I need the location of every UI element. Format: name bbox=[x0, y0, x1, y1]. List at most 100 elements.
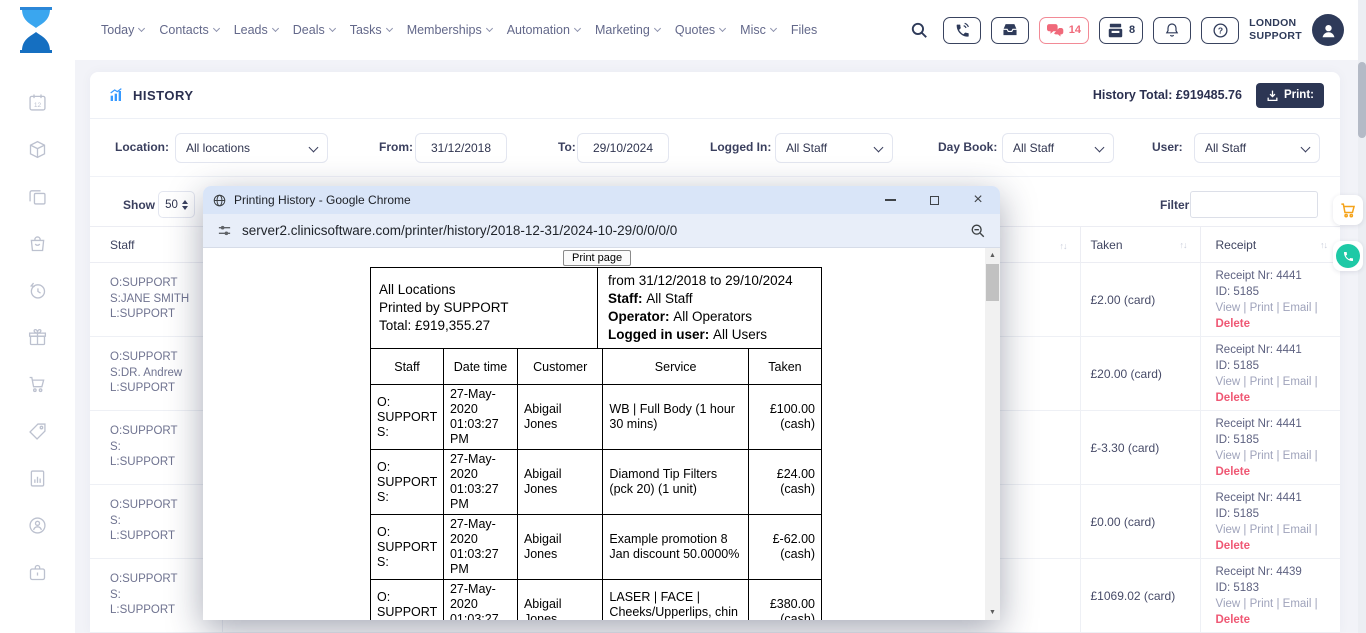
page-scrollbar-thumb[interactable] bbox=[1358, 62, 1366, 138]
sidebar-cart-icon[interactable] bbox=[27, 374, 48, 395]
sidebar-briefcase-icon[interactable] bbox=[27, 562, 48, 583]
receipt-view-link[interactable]: View bbox=[1216, 598, 1241, 610]
pos-badge: 8 bbox=[1129, 24, 1135, 36]
cart-fab-button[interactable] bbox=[1333, 195, 1363, 225]
from-date-input[interactable] bbox=[415, 133, 507, 163]
avatar[interactable] bbox=[1312, 14, 1344, 46]
page-scrollbar[interactable] bbox=[1358, 0, 1366, 633]
receipt-print-link[interactable]: Print bbox=[1250, 376, 1274, 388]
link-separator: | bbox=[1311, 302, 1317, 314]
search-button[interactable] bbox=[910, 21, 929, 40]
receipt-email-link[interactable]: Email bbox=[1283, 450, 1312, 462]
receipt-delete-link[interactable]: Delete bbox=[1216, 612, 1341, 628]
nav-item-leads[interactable]: Leads bbox=[234, 23, 278, 37]
sidebar-clock-user-icon[interactable] bbox=[27, 515, 48, 536]
nav-item-memberships[interactable]: Memberships bbox=[407, 23, 492, 37]
link-separator: | bbox=[1273, 598, 1282, 610]
print-page-button[interactable]: Print page bbox=[563, 250, 631, 266]
inbox-button[interactable] bbox=[991, 17, 1029, 44]
inbox-icon bbox=[1001, 22, 1019, 38]
close-button[interactable]: × bbox=[956, 186, 1000, 214]
receipt-delete-link[interactable]: Delete bbox=[1216, 390, 1341, 406]
scrollbar-thumb[interactable] bbox=[986, 264, 999, 301]
receipt-view-link[interactable]: View bbox=[1216, 302, 1241, 314]
sidebar-gift-icon[interactable] bbox=[27, 327, 48, 348]
summary-line: Total: £919,355.27 bbox=[379, 317, 589, 335]
nav-item-label: Leads bbox=[234, 23, 268, 37]
column-header-receipt[interactable]: Receipt↑↓ bbox=[1200, 227, 1340, 263]
receipt-delete-link[interactable]: Delete bbox=[1216, 538, 1341, 554]
receipt-email-link[interactable]: Email bbox=[1283, 302, 1312, 314]
receipt-number: Receipt Nr: 4441 bbox=[1216, 490, 1341, 506]
pos-button[interactable]: 8 bbox=[1099, 17, 1143, 44]
download-icon bbox=[1266, 89, 1279, 102]
nav-item-automation[interactable]: Automation bbox=[507, 23, 580, 37]
print-taken-cell: £100.00(cash) bbox=[748, 385, 821, 450]
scroll-up-arrow[interactable]: ▲ bbox=[985, 248, 1000, 263]
globe-icon bbox=[213, 194, 226, 207]
scroll-down-arrow[interactable]: ▼ bbox=[985, 605, 1000, 620]
app-logo[interactable] bbox=[18, 7, 54, 53]
nav-item-contacts[interactable]: Contacts bbox=[159, 23, 218, 37]
nav-item-files[interactable]: Files bbox=[791, 23, 817, 37]
user-name-line1: LONDON bbox=[1249, 17, 1302, 30]
popup-scrollbar[interactable]: ▲ ▼ bbox=[985, 248, 1000, 620]
receipt-email-link[interactable]: Email bbox=[1283, 598, 1312, 610]
receipt-email-link[interactable]: Email bbox=[1283, 524, 1312, 536]
notifications-button[interactable] bbox=[1153, 17, 1191, 44]
sidebar-report-icon[interactable] bbox=[27, 468, 48, 489]
nav-item-deals[interactable]: Deals bbox=[293, 23, 335, 37]
nav-item-misc[interactable]: Misc bbox=[740, 23, 776, 37]
print-service-cell: Example promotion 8 Jan discount 50.0000… bbox=[603, 515, 748, 580]
to-date-input[interactable] bbox=[577, 133, 669, 163]
nav-item-today[interactable]: Today bbox=[101, 23, 144, 37]
user-select[interactable]: All Staff bbox=[1194, 133, 1320, 163]
logged-in-select[interactable]: All Staff bbox=[775, 133, 893, 163]
messages-badge: 14 bbox=[1069, 24, 1081, 36]
filter-input[interactable] bbox=[1190, 191, 1318, 218]
receipt-cell: Receipt Nr: 4441ID: 5185View | Print | E… bbox=[1200, 485, 1340, 559]
user-value: All Staff bbox=[1205, 141, 1246, 155]
messages-button[interactable]: 14 bbox=[1039, 17, 1089, 44]
column-header-taken[interactable]: Taken↑↓ bbox=[1080, 227, 1200, 263]
receipt-cell: Receipt Nr: 4441ID: 5185View | Print | E… bbox=[1200, 263, 1340, 337]
receipt-print-link[interactable]: Print bbox=[1250, 302, 1274, 314]
phone-button[interactable] bbox=[943, 17, 981, 44]
receipt-id: ID: 5185 bbox=[1216, 432, 1341, 448]
popup-url-bar[interactable]: server2.clinicsoftware.com/printer/histo… bbox=[203, 214, 1000, 248]
print-datetime-cell: 27-May-2020 01:03:27 PM bbox=[443, 580, 517, 621]
print-button[interactable]: Print: bbox=[1256, 83, 1324, 108]
receipt-view-link[interactable]: View bbox=[1216, 524, 1241, 536]
receipt-view-link[interactable]: View bbox=[1216, 450, 1241, 462]
maximize-button[interactable] bbox=[912, 186, 956, 214]
location-select[interactable]: All locations bbox=[175, 133, 328, 163]
sidebar-package-icon[interactable] bbox=[27, 139, 48, 160]
sidebar-copy-icon[interactable] bbox=[27, 186, 48, 207]
show-value: 50 bbox=[165, 199, 178, 211]
receipt-print-link[interactable]: Print bbox=[1250, 598, 1274, 610]
day-book-select[interactable]: All Staff bbox=[1002, 133, 1114, 163]
print-datetime-cell: 27-May-2020 01:03:27 PM bbox=[443, 515, 517, 580]
nav-item-quotes[interactable]: Quotes bbox=[675, 23, 725, 37]
show-entries-select[interactable]: 50 bbox=[158, 191, 195, 218]
receipt-delete-link[interactable]: Delete bbox=[1216, 316, 1341, 332]
nav-item-marketing[interactable]: Marketing bbox=[595, 23, 660, 37]
receipt-print-link[interactable]: Print bbox=[1250, 524, 1274, 536]
print-amount: £-62.00 bbox=[755, 532, 815, 547]
popup-title-bar[interactable]: Printing History - Google Chrome × bbox=[203, 186, 1000, 214]
receipt-view-link[interactable]: View bbox=[1216, 376, 1241, 388]
chevron-down-icon bbox=[272, 25, 279, 32]
nav-item-tasks[interactable]: Tasks bbox=[350, 23, 392, 37]
minimize-button[interactable] bbox=[868, 186, 912, 214]
summary-left-cell: All LocationsPrinted by SUPPORTTotal: £9… bbox=[371, 268, 598, 349]
zoom-out-icon[interactable] bbox=[970, 223, 986, 239]
receipt-print-link[interactable]: Print bbox=[1250, 450, 1274, 462]
receipt-delete-link[interactable]: Delete bbox=[1216, 464, 1341, 480]
sidebar-shop-bag-icon[interactable] bbox=[27, 233, 48, 254]
sidebar-calendar-icon[interactable]: 12 bbox=[27, 92, 48, 113]
call-fab-button[interactable] bbox=[1333, 241, 1363, 271]
sidebar-history-icon[interactable] bbox=[27, 280, 48, 301]
help-button[interactable]: ? bbox=[1201, 17, 1239, 44]
sidebar-tag-icon[interactable] bbox=[27, 421, 48, 442]
receipt-email-link[interactable]: Email bbox=[1283, 376, 1312, 388]
